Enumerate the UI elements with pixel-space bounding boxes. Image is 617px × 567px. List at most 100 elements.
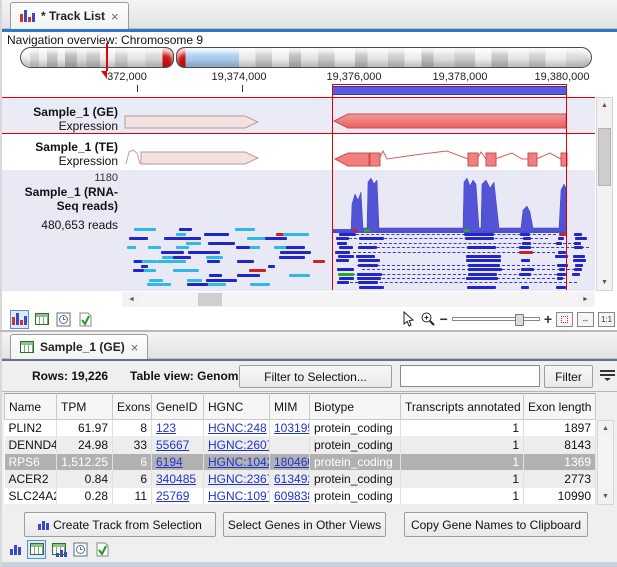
table-header-row[interactable]: NameTPMExonsGeneIDHGNCMIMBiotypeTranscri… [5,394,596,420]
filter-button[interactable]: Filter [544,365,593,388]
read [559,268,565,271]
read-pair-link [357,278,564,279]
track-view-icon[interactable] [10,310,29,329]
copy-gene-names-button[interactable]: Copy Gene Names to Clipboard [404,512,588,537]
track-sample1-rnaseq[interactable]: 1180 Sample_1 (RNA-Seq reads) 480,653 re… [2,170,595,291]
table-view-icon[interactable] [27,540,46,559]
hgnc-link[interactable]: HGNC:248 [208,421,267,435]
selection-region-bar[interactable] [332,86,567,95]
element-info-check-icon[interactable] [93,540,112,559]
column-header[interactable]: Transcripts annotated [401,394,524,420]
track-list-tab-bar: * Track List × [2,0,617,29]
scrollbar-thumb[interactable] [598,128,611,186]
cell-geneId: 55667 [152,437,204,454]
track-sample1-ge[interactable]: Sample_1 (GE) Expression [2,97,595,134]
geneId-link[interactable]: 340485 [156,472,196,486]
ruler-tick-label: 19,378,000 [432,71,487,83]
table-vertical-scrollbar[interactable]: ▲ ▼ [597,420,614,505]
hgnc-link[interactable]: HGNC:10429 [208,455,270,469]
mim-link[interactable]: 103195 [274,421,310,435]
zoom-tool-icon[interactable] [420,311,436,327]
read [574,268,582,271]
read [164,237,184,240]
table-row[interactable]: DENND4C24.983355667HGNC:26079protein_cod… [5,437,596,454]
close-icon[interactable]: × [111,9,119,24]
scroll-up-arrow-icon[interactable]: ▲ [598,421,613,436]
column-header[interactable]: MIM [270,394,310,420]
filter-to-selection-button[interactable]: Filter to Selection... [239,365,392,388]
cursor-tool-icon[interactable] [401,311,416,327]
hgnc-link[interactable]: HGNC:26079 [208,438,270,452]
tab-sample1-ge[interactable]: Sample_1 (GE) × [10,334,148,359]
select-genes-in-other-views-button[interactable]: Select Genes in Other Views [223,512,386,537]
read [468,268,502,271]
zoom-slider[interactable] [452,317,540,321]
read [519,273,530,276]
column-header[interactable]: TPM [57,394,113,420]
scroll-right-arrow-icon[interactable]: ► [578,292,593,307]
read [173,269,199,272]
cell-name: ACER2 [5,471,57,488]
read [235,228,256,231]
column-header[interactable]: Exon length [524,394,596,420]
element-info-check-icon[interactable] [76,310,95,329]
read [357,277,382,280]
history-clock-icon[interactable] [54,310,73,329]
hgnc-link[interactable]: HGNC:10976 [208,489,270,503]
column-header[interactable]: Biotype [310,394,401,420]
read [339,277,355,280]
cell-geneId: 340485 [152,471,204,488]
track-vertical-scrollbar[interactable]: ▲ ▼ [596,97,613,291]
table-row[interactable]: PLIN261.978123HGNC:248103195protein_codi… [5,420,596,437]
cell-exons: 6 [113,454,152,471]
zoom-slider-thumb[interactable] [515,314,524,326]
geneId-link[interactable]: 6194 [156,455,183,469]
zoom-out-minus[interactable]: − [440,311,448,327]
scroll-left-arrow-icon[interactable]: ◄ [124,292,139,307]
hgnc-link[interactable]: HGNC:23675 [208,472,270,486]
tracks-area[interactable]: Sample_1 (GE) Expression Sample_1 (TE) E… [2,97,595,291]
mim-link[interactable]: 180460 [274,455,310,469]
tab-track-list[interactable]: * Track List × [10,2,129,29]
column-header[interactable]: GeneID [152,394,204,420]
read-pair-link [359,243,581,244]
filter-input[interactable] [400,365,540,387]
mim-link[interactable]: 609838 [274,489,310,503]
table-row[interactable]: ACER20.846340485HGNC:23675613492protein_… [5,471,596,488]
cell-exonLength: 1369 [524,454,596,471]
scrollbar-thumb[interactable] [198,293,222,306]
scroll-up-arrow-icon[interactable]: ▲ [597,98,612,113]
track-sample1-te[interactable]: Sample_1 (TE) Expression [2,134,595,170]
zoom-in-plus[interactable]: + [544,311,552,327]
read [134,228,156,231]
column-header[interactable]: Name [5,394,57,420]
table-with-chart-icon[interactable] [49,540,68,559]
zoom-100-icon[interactable]: 1:1 [598,312,615,327]
table-row[interactable]: SLC24A20.281125769HGNC:10976609838protei… [5,488,596,505]
track-view-toolbar: − + ↔ 1:1 [2,308,617,330]
column-header[interactable]: Exons [113,394,152,420]
cell-tpm: 24.98 [57,437,113,454]
column-header[interactable]: HGNC [204,394,270,420]
scroll-down-arrow-icon[interactable]: ▼ [598,489,613,504]
zoom-to-selection-icon[interactable] [556,312,573,327]
close-icon[interactable]: × [131,340,139,355]
read [208,242,232,245]
create-track-from-selection-button[interactable]: Create Track from Selection [24,512,216,537]
track-view-icon[interactable] [10,543,21,555]
geneId-link[interactable]: 25769 [156,489,189,503]
history-clock-icon[interactable] [71,540,90,559]
cell-biotype: protein_coding [310,488,401,505]
scroll-down-arrow-icon[interactable]: ▼ [597,275,612,290]
track-horizontal-scrollbar[interactable]: ◄ ► [122,292,595,307]
chromosome-ideogram[interactable] [20,47,592,68]
fit-width-icon[interactable]: ↔ [577,312,594,327]
geneId-link[interactable]: 55667 [156,438,189,452]
mim-link[interactable]: 613492 [274,472,310,486]
geneId-link[interactable]: 123 [156,421,176,435]
cell-geneId: 6194 [152,454,204,471]
cell-name: PLIN2 [5,420,57,437]
table-view-icon[interactable] [32,310,51,329]
advanced-filter-icon[interactable] [600,370,615,382]
table-row[interactable]: RPS61,512.2566194HGNC:10429180460protein… [5,454,596,471]
